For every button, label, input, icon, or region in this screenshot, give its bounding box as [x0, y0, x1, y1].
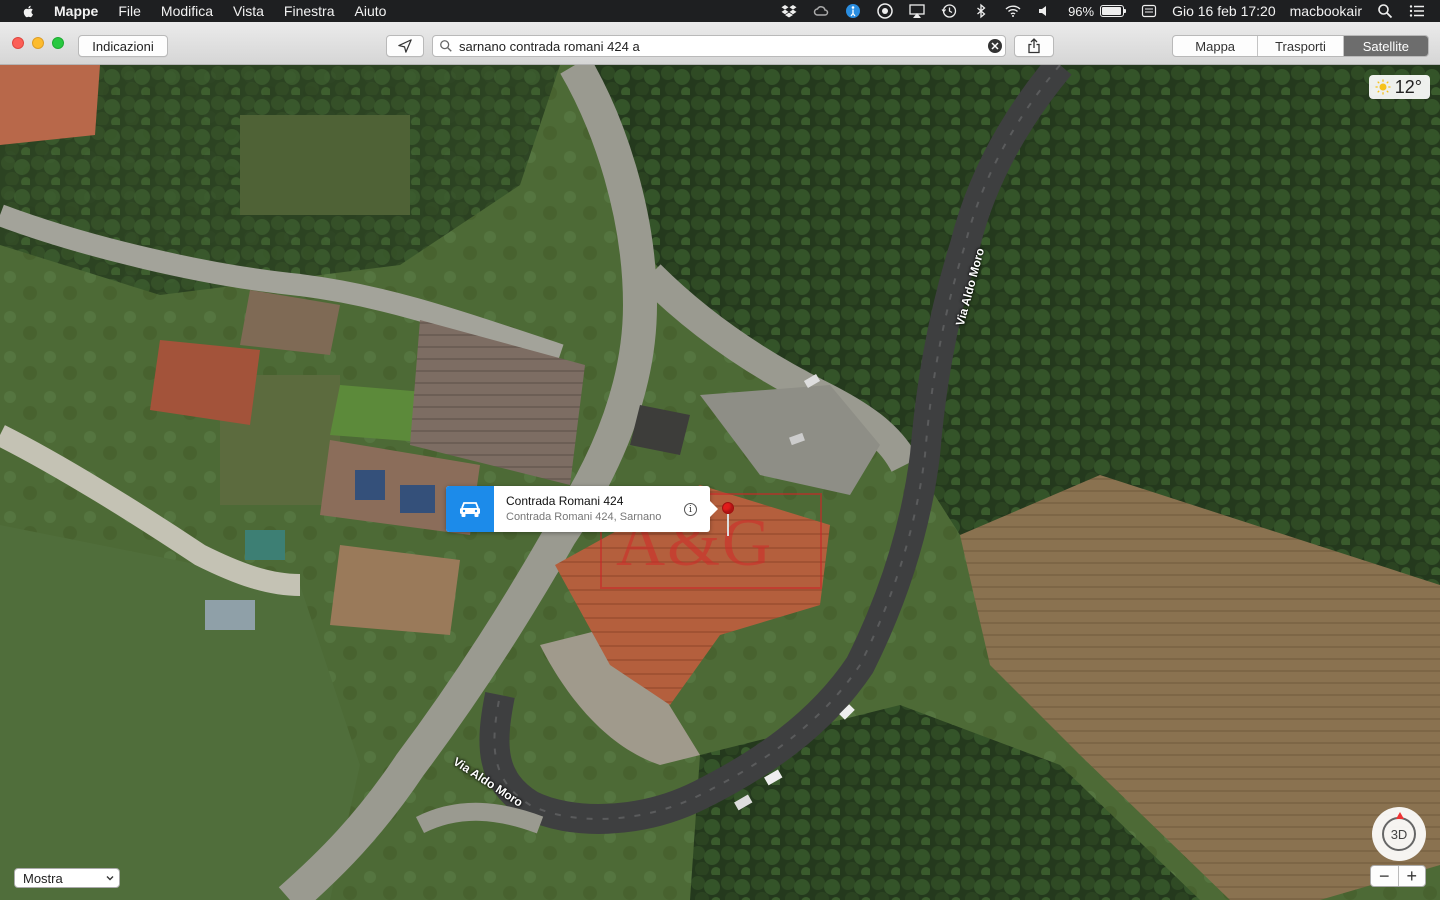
segment-satellite[interactable]: Satellite	[1343, 36, 1428, 56]
menu-aiuto[interactable]: Aiuto	[355, 3, 387, 19]
location-callout[interactable]: Contrada Romani 424 Contrada Romani 424,…	[446, 486, 718, 532]
menu-finestra[interactable]: Finestra	[284, 3, 335, 19]
pin-head	[722, 502, 734, 514]
compass-3d-button[interactable]: 3D	[1372, 807, 1426, 861]
battery-percent: 96%	[1068, 3, 1095, 19]
directions-car-button[interactable]	[446, 486, 494, 532]
zoom-control: − +	[1370, 865, 1426, 887]
segment-trasporti[interactable]: Trasporti	[1258, 36, 1344, 56]
creative-cloud-icon[interactable]	[812, 3, 830, 19]
search-input[interactable]	[459, 38, 988, 54]
satellite-imagery[interactable]	[0, 65, 1440, 900]
segment-mappa[interactable]: Mappa	[1173, 36, 1259, 56]
directions-button[interactable]: Indicazioni	[78, 35, 168, 57]
share-button[interactable]	[1014, 35, 1054, 57]
search-icon	[440, 40, 452, 52]
map-view[interactable]: 12° Via Aldo Moro Via Aldo Moro A&G Cont…	[0, 65, 1440, 900]
show-options-select[interactable]: Mostra	[14, 868, 120, 888]
callout-title: Contrada Romani 424	[506, 494, 624, 508]
current-location-button[interactable]	[386, 35, 424, 57]
keyboard-input-icon[interactable]	[1140, 3, 1158, 19]
bluetooth-icon[interactable]	[972, 3, 990, 19]
callout-text: Contrada Romani 424 Contrada Romani 424,…	[494, 486, 710, 532]
fullscreen-window-button[interactable]	[52, 37, 64, 49]
info-icon[interactable]: i	[684, 503, 697, 516]
volume-icon[interactable]	[1036, 3, 1054, 19]
dropbox-icon[interactable]	[780, 3, 798, 19]
compass-north-icon	[1396, 812, 1404, 819]
menu-vista[interactable]: Vista	[233, 3, 264, 19]
spotlight-search-icon[interactable]	[1376, 3, 1394, 19]
compass-3d-label: 3D	[1390, 826, 1408, 842]
battery-fill	[1102, 7, 1122, 15]
car-icon	[460, 502, 480, 517]
map-type-segmented-control: Mappa Trasporti Satellite	[1172, 35, 1429, 57]
share-icon	[1028, 38, 1040, 54]
location-arrow-icon	[398, 39, 412, 53]
window-toolbar: Indicazioni Mappa Trasporti Satellite	[0, 22, 1440, 65]
search-field[interactable]	[432, 35, 1006, 57]
window-controls	[12, 37, 72, 49]
sun-icon	[1375, 79, 1391, 95]
battery-icon[interactable]	[1100, 5, 1127, 17]
airplay-icon[interactable]	[908, 3, 926, 19]
menu-app-name[interactable]: Mappe	[54, 3, 98, 19]
callout-subtitle: Contrada Romani 424, Sarnano	[506, 511, 662, 523]
minimize-window-button[interactable]	[32, 37, 44, 49]
user-name[interactable]: macbookair	[1290, 3, 1362, 19]
close-window-button[interactable]	[12, 37, 24, 49]
menu-file[interactable]: File	[118, 3, 141, 19]
zoom-in-button[interactable]: +	[1399, 866, 1426, 886]
accessibility-icon[interactable]	[844, 3, 862, 19]
clear-search-icon[interactable]	[988, 39, 1002, 53]
time-machine-icon[interactable]	[940, 3, 958, 19]
notification-center-icon[interactable]	[1408, 3, 1426, 19]
clock[interactable]: Gio 16 feb 17:20	[1172, 3, 1276, 19]
compass-ring: 3D	[1382, 812, 1416, 851]
menu-bar: Mappe File Modifica Vista Finestra Aiuto	[0, 0, 1440, 22]
wifi-icon[interactable]	[1004, 3, 1022, 19]
apple-icon[interactable]	[20, 3, 36, 19]
pin-needle	[727, 514, 729, 536]
sync-icon[interactable]	[876, 3, 894, 19]
chevron-down-icon	[106, 876, 114, 881]
weather-temperature: 12°	[1394, 76, 1422, 97]
menu-modifica[interactable]: Modifica	[161, 3, 213, 19]
location-pin[interactable]	[722, 502, 736, 542]
zoom-out-button[interactable]: −	[1371, 866, 1399, 886]
weather-badge: 12°	[1368, 75, 1430, 99]
show-options-value: Mostra	[23, 870, 63, 886]
